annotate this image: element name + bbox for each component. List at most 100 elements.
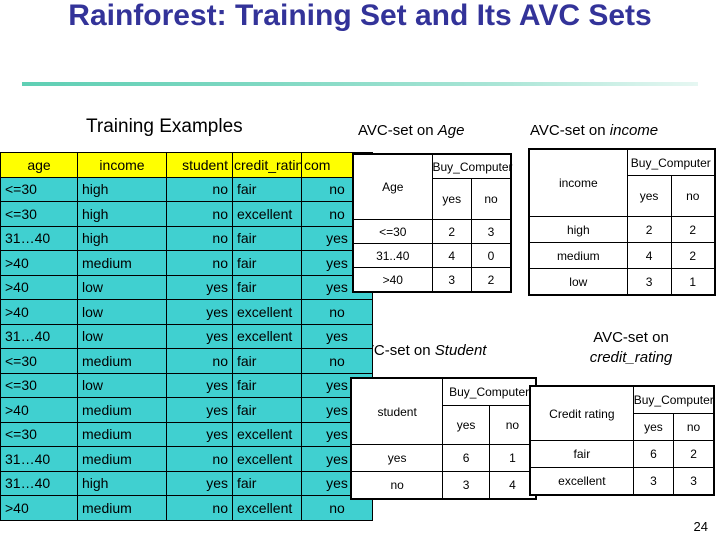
training-cell-credit-rating: fair	[232, 225, 302, 251]
training-cell-student: no	[166, 201, 233, 227]
training-cell-income: high	[77, 176, 167, 202]
training-cell-credit-rating: fair	[232, 470, 302, 496]
avc-student-header-row-1: student Buy_Computer	[350, 377, 537, 445]
avc-set-student-table: student Buy_Computer yes no yes 6 1 no 3 4	[350, 377, 537, 500]
table-row: <=30 high no fair no	[0, 176, 373, 202]
training-table-head: age income student credit_rating com	[0, 152, 373, 178]
avc-age-cell-label: <=30	[352, 219, 433, 244]
training-cell-age: >40	[0, 250, 78, 276]
training-cell-income: low	[77, 372, 167, 398]
avc-student-cell-label: no	[350, 471, 444, 500]
training-cell-credit-rating: fair	[232, 348, 302, 374]
avc-credit-body: fair 6 2 excellent 3 3	[529, 440, 715, 496]
training-cell-credit-rating: excellent	[232, 299, 302, 325]
avc-income-body: high 2 2 medium 4 2 low 3 1	[528, 216, 716, 296]
avc-student-cell-yes: 6	[442, 444, 490, 472]
avc-student-class-label: Buy_Computer	[442, 377, 537, 406]
avc-credit-header-row-1: Credit rating Buy_Computer	[529, 385, 715, 441]
avc-income-caption-attr: income	[609, 122, 659, 139]
avc-age-cell-no: 3	[471, 219, 512, 244]
training-header-income: income	[77, 152, 167, 178]
page-number: 24	[693, 519, 708, 534]
avc-age-caption-attr: Age	[437, 122, 465, 139]
avc-age-cell-label: 31..40	[352, 243, 433, 268]
table-row: <=30 medium yes excellent yes	[0, 421, 373, 447]
training-examples-table: age income student credit_rating com <=3…	[0, 152, 373, 521]
avc-age-class-no: no	[471, 178, 512, 220]
training-cell-student: yes	[166, 470, 233, 496]
training-examples-caption: Training Examples	[86, 116, 243, 137]
avc-income-attr-label: income	[528, 148, 628, 217]
avc-income-cell-yes: 4	[626, 242, 672, 269]
training-cell-income: medium	[77, 348, 167, 374]
training-cell-income: low	[77, 274, 167, 300]
avc-credit-cell-no: 2	[673, 440, 715, 468]
table-row: <=30 medium no fair no	[0, 348, 373, 374]
training-header-age: age	[0, 152, 78, 178]
training-cell-income: high	[77, 470, 167, 496]
table-row: 31…40 medium no excellent yes	[0, 446, 373, 472]
table-row: 31…40 high no fair yes	[0, 225, 373, 251]
training-cell-credit-rating: fair	[232, 250, 302, 276]
training-table-body: <=30 high no fair no <=30 high no excellent no 31……	[0, 176, 373, 521]
avc-credit-class-no: no	[673, 413, 715, 441]
training-header-row: age income student credit_rating com	[0, 152, 373, 178]
avc-age-cell-no: 2	[471, 267, 512, 293]
avc-age-attr-label: Age	[352, 153, 433, 220]
avc-set-income-table: income Buy_Computer yes no high 2 2 medium 4…	[528, 148, 716, 296]
avc-age-cell-yes: 3	[431, 267, 472, 293]
training-cell-income: high	[77, 225, 167, 251]
page-title: Rainforest: Training Set and Its AVC Set…	[68, 0, 652, 32]
training-cell-age: <=30	[0, 372, 78, 398]
avc-credit-caption-attr: credit_rating	[589, 349, 673, 366]
avc-credit-cell-yes: 3	[632, 467, 675, 496]
training-cell-buys-computer: no	[301, 348, 373, 374]
table-row: >40 low yes fair yes	[0, 274, 373, 300]
training-cell-income: high	[77, 201, 167, 227]
avc-student-caption: AVC-set on Student	[355, 340, 486, 361]
avc-age-caption-prefix: AVC-set on	[358, 122, 438, 139]
avc-credit-class-yes: yes	[632, 413, 675, 441]
training-cell-age: <=30	[0, 176, 78, 202]
avc-student-attr-label: student	[350, 377, 444, 445]
avc-credit-cell-yes: 6	[632, 440, 675, 468]
avc-student-caption-attr: Student	[434, 342, 487, 359]
training-header-student: student	[166, 152, 233, 178]
training-cell-student: yes	[166, 372, 233, 398]
table-row: <=30 2 3	[352, 219, 512, 244]
avc-credit-cell-label: fair	[529, 440, 634, 468]
training-cell-credit-rating: excellent	[232, 495, 302, 521]
avc-student-cell-label: yes	[350, 444, 444, 472]
avc-credit-caption-prefix: AVC-set on	[593, 329, 669, 346]
avc-age-body: <=30 2 3 31..40 4 0 >40 3 2	[352, 219, 512, 293]
title-divider	[22, 82, 698, 86]
training-cell-credit-rating: excellent	[232, 446, 302, 472]
table-row: >40 medium no fair yes	[0, 250, 373, 276]
training-cell-age: >40	[0, 495, 78, 521]
table-row: >40 3 2	[352, 267, 512, 293]
avc-income-class-label: Buy_Computer	[626, 148, 716, 176]
training-cell-student: yes	[166, 421, 233, 447]
training-cell-student: yes	[166, 323, 233, 349]
table-row: 31…40 high yes fair yes	[0, 470, 373, 496]
training-cell-age: 31…40	[0, 446, 78, 472]
training-cell-age: >40	[0, 274, 78, 300]
avc-income-class-yes: yes	[626, 175, 672, 217]
training-cell-income: low	[77, 323, 167, 349]
table-row: >40 medium yes fair yes	[0, 397, 373, 423]
avc-income-caption-prefix: AVC-set on	[530, 122, 610, 139]
avc-age-class-yes: yes	[431, 178, 472, 220]
training-cell-student: no	[166, 250, 233, 276]
training-cell-age: <=30	[0, 421, 78, 447]
avc-student-cell-yes: 3	[442, 471, 490, 500]
avc-age-cell-label: >40	[352, 267, 433, 293]
table-row: no 3 4	[350, 471, 537, 500]
table-row: low 3 1	[528, 268, 716, 296]
training-cell-credit-rating: excellent	[232, 201, 302, 227]
training-cell-age: 31…40	[0, 225, 78, 251]
avc-income-cell-no: 1	[670, 268, 716, 296]
avc-income-cell-label: low	[528, 268, 628, 296]
table-row: high 2 2	[528, 216, 716, 243]
training-cell-income: medium	[77, 446, 167, 472]
training-cell-credit-rating: fair	[232, 372, 302, 398]
